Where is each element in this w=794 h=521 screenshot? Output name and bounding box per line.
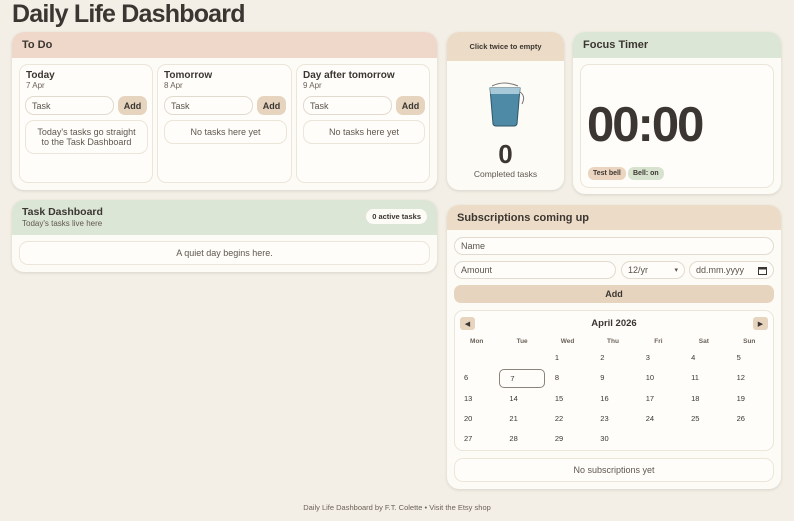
add-task-button[interactable]: Add xyxy=(118,96,147,115)
today-empty-message: Today's tasks go straight to the Task Da… xyxy=(25,120,148,154)
jar-header: Click twice to empty xyxy=(447,32,564,61)
billing-period-select[interactable]: 12/yr ▾ xyxy=(621,261,685,279)
add-task-button[interactable]: Add xyxy=(257,96,286,115)
weekday-label: Wed xyxy=(560,337,575,345)
calendar-day[interactable]: 2 xyxy=(590,348,635,368)
todo-column-tomorrow: Tomorrow 8 Apr Task Add No tasks here ye… xyxy=(157,64,292,183)
calendar-day[interactable]: 13 xyxy=(454,389,499,409)
date-placeholder: dd.mm.yyyy xyxy=(696,265,745,275)
active-tasks-badge: 0 active tasks xyxy=(366,209,427,224)
weekday-label: Thu xyxy=(607,337,619,345)
jar-hint: Click twice to empty xyxy=(469,42,542,51)
test-bell-button[interactable]: Test bell xyxy=(588,167,626,180)
calendar-day-today[interactable]: 7 xyxy=(499,368,545,389)
page-title: Daily Life Dashboard xyxy=(12,0,245,28)
calendar-icon[interactable] xyxy=(758,266,767,275)
todo-title: To Do xyxy=(22,39,53,51)
task-dashboard-header: Task Dashboard Today's tasks live here 0… xyxy=(12,200,437,235)
calendar-day[interactable]: 12 xyxy=(727,368,772,388)
subscription-amount-input[interactable]: Amount xyxy=(454,261,616,279)
calendar-day[interactable]: 16 xyxy=(590,389,635,409)
calendar-day[interactable]: 30 xyxy=(590,428,635,448)
day-after-empty-message: No tasks here yet xyxy=(303,120,425,144)
chevron-down-icon: ▾ xyxy=(674,267,678,274)
footer-text: Daily Life Dashboard by F.T. Colette • V… xyxy=(303,503,491,512)
calendar-day[interactable]: 26 xyxy=(727,409,772,429)
jar-icon[interactable] xyxy=(486,82,526,130)
calendar-grid: Mon Tue Wed Thu Fri Sat Sun 1 2 3 4 5 6 7 8 9 10 11 12 13 14… xyxy=(454,334,772,448)
calendar-day[interactable]: 29 xyxy=(545,428,590,448)
subscriptions-title: Subscriptions coming up xyxy=(457,211,590,224)
task-dashboard-card: Task Dashboard Today's tasks live here 0… xyxy=(12,200,437,272)
weekday-label: Tue xyxy=(516,337,528,345)
subscriptions-empty-message: No subscriptions yet xyxy=(454,458,774,482)
calendar-day[interactable]: 4 xyxy=(681,348,726,368)
todo-column-day-after: Day after tomorrow 9 Apr Task Add No tas… xyxy=(296,64,430,183)
calendar-day[interactable]: 1 xyxy=(545,348,590,368)
billing-period-value: 12/yr xyxy=(628,265,649,275)
calendar-day[interactable]: 27 xyxy=(454,428,499,448)
jar-card[interactable]: Click twice to empty 0 Completed tasks xyxy=(447,32,564,190)
calendar-day[interactable]: 3 xyxy=(636,348,681,368)
add-subscription-button[interactable]: Add xyxy=(454,285,774,303)
weekday-label: Mon xyxy=(470,337,484,345)
timer-display[interactable]: 00:00 xyxy=(587,97,704,153)
task-input[interactable]: Task xyxy=(164,96,253,115)
todo-column-today: Today 7 Apr Task Add Today's tasks go st… xyxy=(19,64,153,183)
calendar-day[interactable]: 5 xyxy=(727,348,772,368)
task-input[interactable]: Task xyxy=(25,96,114,115)
calendar-day[interactable]: 6 xyxy=(454,368,499,388)
bell-status-toggle[interactable]: Bell: on xyxy=(628,167,664,180)
subscription-name-input[interactable]: Name xyxy=(454,237,774,255)
column-day-date: 9 Apr xyxy=(303,81,322,90)
calendar-day[interactable]: 15 xyxy=(545,389,590,409)
calendar-day[interactable]: 25 xyxy=(681,409,726,429)
calendar-month-title: April 2026 xyxy=(591,318,637,329)
timer-panel: 00:00 Test bell Bell: on xyxy=(580,64,774,188)
column-day-name: Today xyxy=(26,70,55,81)
calendar-day[interactable]: 11 xyxy=(681,368,726,388)
calendar-blank-cell xyxy=(454,348,499,368)
calendar-day[interactable]: 8 xyxy=(545,368,590,388)
calendar-day[interactable]: 9 xyxy=(590,368,635,388)
calendar-day[interactable]: 22 xyxy=(545,409,590,429)
weekday-label: Fri xyxy=(654,337,663,345)
completed-count: 0 xyxy=(498,139,513,169)
subscriptions-header: Subscriptions coming up xyxy=(447,205,781,230)
calendar-day[interactable]: 10 xyxy=(636,368,681,388)
calendar-day[interactable]: 28 xyxy=(499,428,544,448)
task-dashboard-subtitle: Today's tasks live here xyxy=(22,219,103,228)
calendar-day[interactable]: 17 xyxy=(636,389,681,409)
add-task-button[interactable]: Add xyxy=(396,96,425,115)
task-dashboard-empty-message: A quiet day begins here. xyxy=(19,241,430,265)
calendar-blank-cell xyxy=(499,348,544,368)
calendar-day[interactable]: 20 xyxy=(454,409,499,429)
calendar-day[interactable]: 19 xyxy=(727,389,772,409)
timer-title: Focus Timer xyxy=(583,39,649,51)
weekday-label: Sat xyxy=(698,337,709,345)
column-day-date: 7 Apr xyxy=(26,81,45,90)
column-day-date: 8 Apr xyxy=(164,81,183,90)
calendar-day[interactable]: 14 xyxy=(499,389,544,409)
column-day-name: Tomorrow xyxy=(164,70,213,81)
todo-header: To Do xyxy=(12,32,437,58)
task-dashboard-title: Task Dashboard xyxy=(22,206,103,218)
calendar-day[interactable]: 18 xyxy=(681,389,726,409)
tomorrow-empty-message: No tasks here yet xyxy=(164,120,287,144)
task-input[interactable]: Task xyxy=(303,96,392,115)
subscription-date-input[interactable]: dd.mm.yyyy xyxy=(689,261,774,279)
next-month-button[interactable]: ▶ xyxy=(753,317,768,330)
completed-label: Completed tasks xyxy=(473,169,538,179)
calendar-day[interactable]: 21 xyxy=(499,409,544,429)
calendar-day[interactable]: 24 xyxy=(636,409,681,429)
weekday-label: Sun xyxy=(743,337,756,345)
calendar-day[interactable]: 23 xyxy=(590,409,635,429)
timer-header: Focus Timer xyxy=(573,32,781,58)
column-day-name: Day after tomorrow xyxy=(303,70,395,81)
